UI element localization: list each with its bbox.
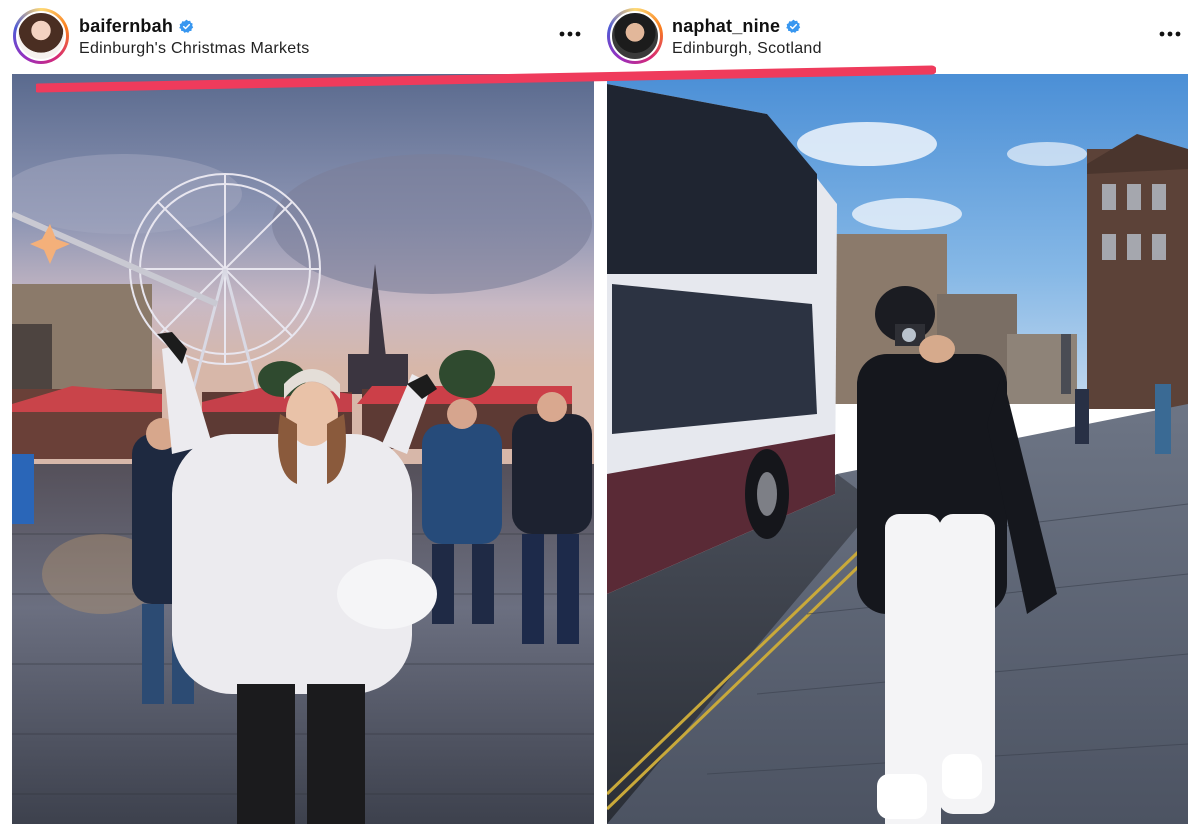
post-photo[interactable] (607, 74, 1188, 824)
avatar[interactable] (610, 11, 660, 61)
verified-badge-icon (786, 19, 801, 33)
location-link[interactable]: Edinburgh, Scotland (672, 40, 822, 58)
location-link[interactable]: Edinburgh's Christmas Markets (79, 40, 310, 58)
more-options-icon[interactable] (1156, 22, 1184, 46)
story-ring[interactable] (13, 8, 69, 64)
username-link[interactable]: naphat_nine (672, 16, 780, 37)
post-header: naphat_nine Edinburgh, Scotland (600, 6, 1200, 68)
post-left: baifernbah Edinburgh's Christmas Markets (0, 0, 600, 828)
post-photo[interactable] (12, 74, 594, 824)
avatar[interactable] (16, 11, 66, 61)
username-link[interactable]: baifernbah (79, 16, 173, 37)
username-row: naphat_nine (672, 16, 801, 37)
more-options-icon[interactable] (556, 22, 584, 46)
story-ring[interactable] (607, 8, 663, 64)
username-row: baifernbah (79, 16, 194, 37)
post-right: naphat_nine Edinburgh, Scotland (600, 0, 1200, 828)
verified-badge-icon (179, 19, 194, 33)
post-header: baifernbah Edinburgh's Christmas Markets (0, 6, 600, 68)
